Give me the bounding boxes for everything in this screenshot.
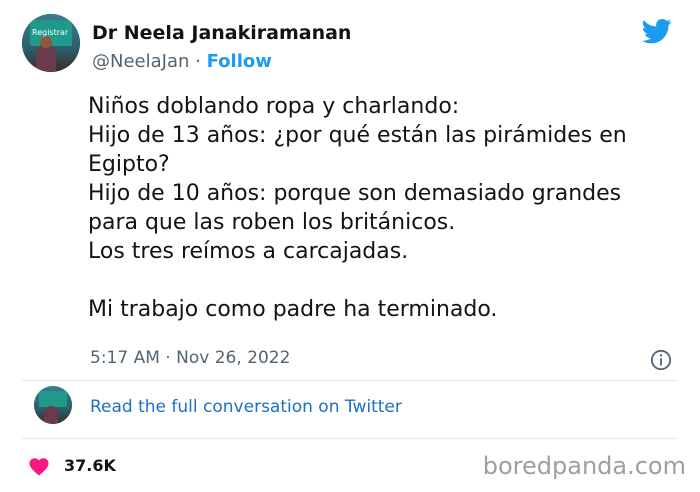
tweet-line: Niños doblando ropa y charlando:: [88, 94, 460, 119]
tweet-line: Hijo de 10 años: porque son demasiado gr…: [88, 181, 622, 206]
tweet-line: Egipto?: [88, 152, 170, 177]
divider: [22, 380, 678, 381]
tweet-line: Los tres reímos a carcajadas.: [88, 239, 409, 264]
tweet-time: 5:17 AM: [90, 348, 160, 368]
info-icon[interactable]: [650, 349, 672, 371]
tweet-text: Niños doblando ropa y charlando: Hijo de…: [88, 92, 678, 324]
author-handle[interactable]: @NeelaJan: [92, 51, 189, 72]
tweet-closing-line: Mi trabajo como padre ha terminado.: [88, 297, 498, 322]
heart-icon[interactable]: [28, 456, 50, 476]
tweet-line: para que las roben los británicos.: [88, 210, 456, 235]
author-name[interactable]: Dr Neela Janakiramanan: [92, 22, 351, 44]
tweet-line: Hijo de 13 años: ¿por qué están las pirá…: [88, 123, 627, 148]
like-count: 37.6K: [64, 456, 116, 475]
handle-row: @NeelaJan · Follow: [92, 51, 272, 72]
watermark: boredpanda.com: [482, 452, 686, 480]
meta-separator: ·: [165, 348, 171, 368]
handle-separator: ·: [195, 51, 201, 72]
tweet-date: Nov 26, 2022: [176, 348, 291, 368]
twitter-bird-icon[interactable]: [640, 16, 674, 46]
conversation-avatar: [34, 386, 72, 424]
tweet-timestamp[interactable]: 5:17 AM · Nov 26, 2022: [90, 348, 290, 368]
author-avatar[interactable]: Registrar: [22, 14, 80, 72]
divider: [22, 438, 678, 439]
avatar-sign-text: Registrar: [32, 28, 69, 37]
follow-button[interactable]: Follow: [207, 51, 272, 72]
tweet-header: Registrar Dr Neela Janakiramanan @NeelaJ…: [22, 14, 682, 82]
read-conversation-link[interactable]: Read the full conversation on Twitter: [90, 397, 402, 417]
